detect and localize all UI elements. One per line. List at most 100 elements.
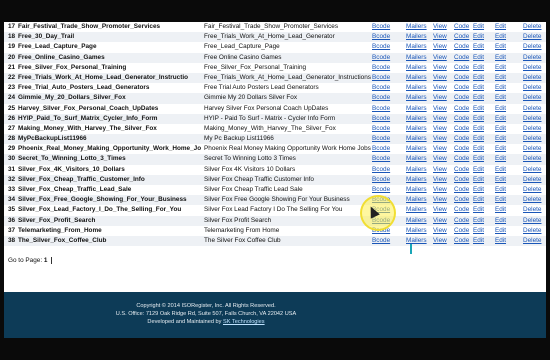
delete-link[interactable]: Delete bbox=[523, 185, 541, 195]
mailers-link[interactable]: Mailers bbox=[406, 134, 427, 144]
bcode-link[interactable]: Bcode bbox=[372, 144, 390, 154]
delete-link[interactable]: Delete bbox=[523, 165, 541, 175]
bcode-link[interactable]: Bcode bbox=[372, 185, 390, 195]
delete-link[interactable]: Delete bbox=[523, 83, 541, 93]
edit-secondary-link[interactable]: Edit bbox=[495, 104, 506, 114]
edit-link[interactable]: Edit bbox=[473, 32, 484, 42]
delete-link[interactable]: Delete bbox=[523, 205, 541, 215]
view-link[interactable]: View bbox=[433, 226, 447, 236]
delete-link[interactable]: Delete bbox=[523, 175, 541, 185]
edit-link[interactable]: Edit bbox=[473, 175, 484, 185]
mailers-link[interactable]: Mailers bbox=[406, 144, 427, 154]
delete-link[interactable]: Delete bbox=[523, 42, 541, 52]
bcode-link[interactable]: Bcode bbox=[372, 42, 390, 52]
mailers-link[interactable]: Mailers bbox=[406, 124, 427, 134]
bcode-link[interactable]: Bcode bbox=[372, 134, 390, 144]
edit-link[interactable]: Edit bbox=[473, 195, 484, 205]
code-link[interactable]: Code bbox=[454, 104, 469, 114]
edit-link[interactable]: Edit bbox=[473, 226, 484, 236]
delete-link[interactable]: Delete bbox=[523, 144, 541, 154]
bcode-link[interactable]: Bcode bbox=[372, 124, 390, 134]
edit-secondary-link[interactable]: Edit bbox=[495, 83, 506, 93]
code-link[interactable]: Code bbox=[454, 53, 469, 63]
edit-link[interactable]: Edit bbox=[473, 205, 484, 215]
bcode-link[interactable]: Bcode bbox=[372, 83, 390, 93]
mailers-link[interactable]: Mailers bbox=[406, 22, 427, 32]
code-link[interactable]: Code bbox=[454, 185, 469, 195]
mailers-link[interactable]: Mailers bbox=[406, 63, 427, 73]
bcode-link[interactable]: Bcode bbox=[372, 93, 390, 103]
mailers-link[interactable]: Mailers bbox=[406, 216, 427, 226]
edit-secondary-link[interactable]: Edit bbox=[495, 236, 506, 246]
delete-link[interactable]: Delete bbox=[523, 134, 541, 144]
edit-secondary-link[interactable]: Edit bbox=[495, 216, 506, 226]
mailers-link[interactable]: Mailers bbox=[406, 185, 427, 195]
edit-secondary-link[interactable]: Edit bbox=[495, 42, 506, 52]
code-link[interactable]: Code bbox=[454, 124, 469, 134]
edit-link[interactable]: Edit bbox=[473, 134, 484, 144]
mailers-link[interactable]: Mailers bbox=[406, 83, 427, 93]
view-link[interactable]: View bbox=[433, 165, 447, 175]
bcode-link[interactable]: Bcode bbox=[372, 175, 390, 185]
code-link[interactable]: Code bbox=[454, 83, 469, 93]
edit-secondary-link[interactable]: Edit bbox=[495, 114, 506, 124]
mailers-link[interactable]: Mailers bbox=[406, 175, 427, 185]
view-link[interactable]: View bbox=[433, 185, 447, 195]
edit-secondary-link[interactable]: Edit bbox=[495, 185, 506, 195]
edit-secondary-link[interactable]: Edit bbox=[495, 175, 506, 185]
edit-link[interactable]: Edit bbox=[473, 216, 484, 226]
view-link[interactable]: View bbox=[433, 53, 447, 63]
edit-link[interactable]: Edit bbox=[473, 73, 484, 83]
delete-link[interactable]: Delete bbox=[523, 216, 541, 226]
view-link[interactable]: View bbox=[433, 93, 447, 103]
bcode-link[interactable]: Bcode bbox=[372, 32, 390, 42]
mailers-link[interactable]: Mailers bbox=[406, 226, 427, 236]
mailers-link[interactable]: Mailers bbox=[406, 53, 427, 63]
view-link[interactable]: View bbox=[433, 134, 447, 144]
delete-link[interactable]: Delete bbox=[523, 195, 541, 205]
mailers-link[interactable]: Mailers bbox=[406, 104, 427, 114]
code-link[interactable]: Code bbox=[454, 42, 469, 52]
mailers-link[interactable]: Mailers bbox=[406, 32, 427, 42]
delete-link[interactable]: Delete bbox=[523, 114, 541, 124]
edit-secondary-link[interactable]: Edit bbox=[495, 73, 506, 83]
code-link[interactable]: Code bbox=[454, 195, 469, 205]
edit-secondary-link[interactable]: Edit bbox=[495, 63, 506, 73]
edit-link[interactable]: Edit bbox=[473, 53, 484, 63]
edit-secondary-link[interactable]: Edit bbox=[495, 205, 506, 215]
view-link[interactable]: View bbox=[433, 114, 447, 124]
code-link[interactable]: Code bbox=[454, 226, 469, 236]
view-link[interactable]: View bbox=[433, 42, 447, 52]
view-link[interactable]: View bbox=[433, 195, 447, 205]
edit-link[interactable]: Edit bbox=[473, 93, 484, 103]
edit-secondary-link[interactable]: Edit bbox=[495, 32, 506, 42]
delete-link[interactable]: Delete bbox=[523, 32, 541, 42]
delete-link[interactable]: Delete bbox=[523, 104, 541, 114]
code-link[interactable]: Code bbox=[454, 22, 469, 32]
edit-link[interactable]: Edit bbox=[473, 114, 484, 124]
mailers-link[interactable]: Mailers bbox=[406, 165, 427, 175]
edit-secondary-link[interactable]: Edit bbox=[495, 53, 506, 63]
view-link[interactable]: View bbox=[433, 22, 447, 32]
code-link[interactable]: Code bbox=[454, 236, 469, 246]
bcode-link[interactable]: Bcode bbox=[372, 63, 390, 73]
code-link[interactable]: Code bbox=[454, 63, 469, 73]
view-link[interactable]: View bbox=[433, 144, 447, 154]
bcode-link[interactable]: Bcode bbox=[372, 104, 390, 114]
code-link[interactable]: Code bbox=[454, 32, 469, 42]
delete-link[interactable]: Delete bbox=[523, 93, 541, 103]
view-link[interactable]: View bbox=[433, 154, 447, 164]
code-link[interactable]: Code bbox=[454, 165, 469, 175]
mailers-link[interactable]: Mailers bbox=[406, 93, 427, 103]
mailers-link[interactable]: Mailers bbox=[406, 195, 427, 205]
mailers-link[interactable]: Mailers bbox=[406, 114, 427, 124]
view-link[interactable]: View bbox=[433, 32, 447, 42]
edit-link[interactable]: Edit bbox=[473, 165, 484, 175]
view-link[interactable]: View bbox=[433, 83, 447, 93]
edit-link[interactable]: Edit bbox=[473, 185, 484, 195]
view-link[interactable]: View bbox=[433, 63, 447, 73]
edit-link[interactable]: Edit bbox=[473, 42, 484, 52]
view-link[interactable]: View bbox=[433, 104, 447, 114]
delete-link[interactable]: Delete bbox=[523, 154, 541, 164]
delete-link[interactable]: Delete bbox=[523, 53, 541, 63]
